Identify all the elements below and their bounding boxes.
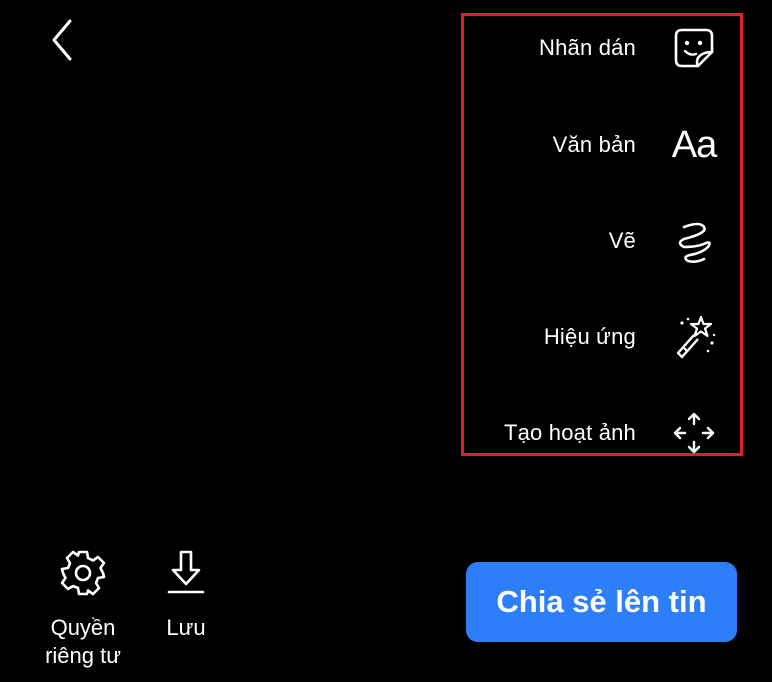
- tool-animate-label: Tạo hoạt ảnh: [503, 420, 636, 445]
- share-to-story-button[interactable]: Chia sẻ lên tin: [466, 562, 737, 642]
- animate-move-icon: [666, 405, 722, 461]
- privacy-label-line1: Quyền: [50, 615, 116, 640]
- tool-text[interactable]: Văn bản Aa: [553, 117, 722, 173]
- tool-animate[interactable]: Tạo hoạt ảnh: [504, 405, 722, 461]
- back-button[interactable]: [38, 14, 86, 66]
- chevron-left-icon: [52, 19, 72, 61]
- save-button[interactable]: Lưu: [154, 548, 218, 642]
- privacy-button[interactable]: Quyền riêng tư: [28, 548, 138, 670]
- draw-icon: [666, 213, 722, 269]
- tools-panel: Nhãn dán Văn bản Aa Vẽ Hiệu ứng Tạo hoạt…: [461, 13, 743, 456]
- tool-text-label: Văn bản: [552, 132, 636, 157]
- text-icon-glyph: Aa: [671, 123, 717, 166]
- save-label: Lưu: [166, 615, 206, 640]
- tool-effects[interactable]: Hiệu ứng: [544, 309, 722, 365]
- tool-draw-label: Vẽ: [608, 228, 636, 253]
- privacy-label-line2: riêng tư: [45, 643, 121, 668]
- download-icon: [167, 550, 205, 594]
- sticker-icon: [666, 20, 722, 76]
- tool-effects-label: Hiệu ứng: [543, 324, 636, 349]
- tool-sticker-label: Nhãn dán: [538, 35, 636, 60]
- effects-wand-icon: [666, 309, 722, 365]
- share-to-story-label: Chia sẻ lên tin: [496, 584, 707, 619]
- tool-draw[interactable]: Vẽ: [609, 213, 722, 269]
- gear-icon: [60, 550, 106, 596]
- tool-sticker[interactable]: Nhãn dán: [539, 20, 722, 76]
- text-icon: Aa: [666, 117, 722, 173]
